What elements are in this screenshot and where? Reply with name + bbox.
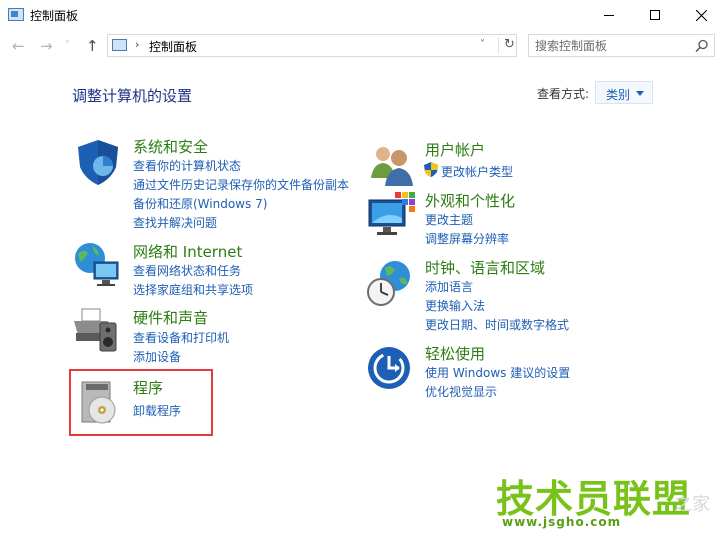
breadcrumb-separator[interactable]: › — [135, 38, 139, 51]
view-by-label: 查看方式: — [537, 87, 590, 101]
link-homegroup-sharing[interactable]: 选择家庭组和共享选项 — [133, 281, 253, 298]
category-clock-language-region[interactable]: 时钟、语言和区域 — [425, 257, 545, 278]
link-change-account-type[interactable]: 更改帐户类型 — [441, 163, 513, 180]
forward-button[interactable]: → — [40, 37, 53, 55]
address-dropdown-icon[interactable]: ˅ — [480, 39, 485, 50]
link-screen-resolution[interactable]: 调整屏幕分辨率 — [425, 230, 509, 247]
link-recommended-settings[interactable]: 使用 Windows 建议的设置 — [425, 364, 570, 381]
monitor-palette-icon[interactable] — [367, 190, 417, 240]
uac-shield-icon — [424, 162, 438, 177]
link-change-date-time-format[interactable]: 更改日期、时间或数字格式 — [425, 316, 569, 333]
back-button[interactable]: ← — [12, 37, 25, 55]
shield-icon[interactable] — [73, 137, 123, 187]
link-file-history-backup[interactable]: 通过文件历史记录保存你的文件备份副本 — [133, 176, 349, 193]
recent-locations-dropdown[interactable]: ˅ — [65, 40, 70, 51]
chevron-down-icon — [636, 91, 644, 96]
link-change-input-method[interactable]: 更换输入法 — [425, 297, 485, 314]
users-icon[interactable] — [367, 140, 417, 190]
maximize-icon — [650, 10, 660, 20]
link-optimize-visual-display[interactable]: 优化视觉显示 — [425, 383, 497, 400]
close-button[interactable] — [678, 0, 724, 30]
link-network-status[interactable]: 查看网络状态和任务 — [133, 262, 241, 279]
minimize-button[interactable] — [586, 0, 632, 30]
link-add-device[interactable]: 添加设备 — [133, 348, 181, 365]
maximize-button[interactable] — [632, 0, 678, 30]
watermark-ghost-text: 之家 — [674, 494, 710, 515]
highlight-box — [69, 369, 213, 436]
view-by-value: 类别 — [606, 88, 631, 102]
control-panel-icon — [112, 39, 127, 51]
watermark: 技术员联盟 www.jsgho.com 之家 — [496, 468, 724, 534]
clock-globe-icon[interactable] — [365, 258, 415, 308]
search-box[interactable] — [528, 34, 715, 57]
link-view-computer-status[interactable]: 查看你的计算机状态 — [133, 157, 241, 174]
minimize-icon — [604, 14, 614, 16]
link-change-theme[interactable]: 更改主题 — [425, 211, 473, 228]
printer-speaker-icon[interactable] — [72, 305, 122, 355]
category-hardware-sound[interactable]: 硬件和声音 — [133, 307, 208, 328]
ease-of-access-icon[interactable] — [367, 344, 417, 394]
link-troubleshoot[interactable]: 查找并解决问题 — [133, 214, 217, 231]
link-add-language[interactable]: 添加语言 — [425, 278, 473, 295]
address-bar[interactable]: › 控制面板 ˅ ↻ — [107, 34, 517, 57]
window-title: 控制面板 — [30, 9, 79, 23]
network-globe-icon[interactable] — [72, 240, 122, 290]
breadcrumb-control-panel[interactable]: 控制面板 — [149, 38, 197, 55]
up-button[interactable]: ↑ — [86, 37, 99, 55]
link-devices-printers[interactable]: 查看设备和打印机 — [133, 329, 229, 346]
control-panel-icon — [8, 8, 24, 21]
refresh-button[interactable]: ↻ — [498, 37, 515, 54]
category-network-internet[interactable]: 网络和 Internet — [133, 241, 242, 262]
category-appearance-personalization[interactable]: 外观和个性化 — [425, 190, 515, 211]
watermark-url: www.jsgho.com — [502, 515, 622, 529]
link-backup-restore[interactable]: 备份和还原(Windows 7) — [133, 195, 267, 212]
category-system-security[interactable]: 系统和安全 — [133, 136, 208, 157]
page-title: 调整计算机的设置 — [72, 87, 193, 105]
close-icon — [695, 9, 707, 21]
title-bar: 控制面板 — [0, 0, 724, 30]
search-icon[interactable] — [695, 39, 709, 53]
category-user-accounts[interactable]: 用户帐户 — [425, 139, 485, 160]
search-input[interactable] — [535, 37, 685, 54]
category-ease-of-access[interactable]: 轻松使用 — [425, 343, 485, 364]
view-by-dropdown[interactable]: 类别 — [595, 81, 653, 104]
